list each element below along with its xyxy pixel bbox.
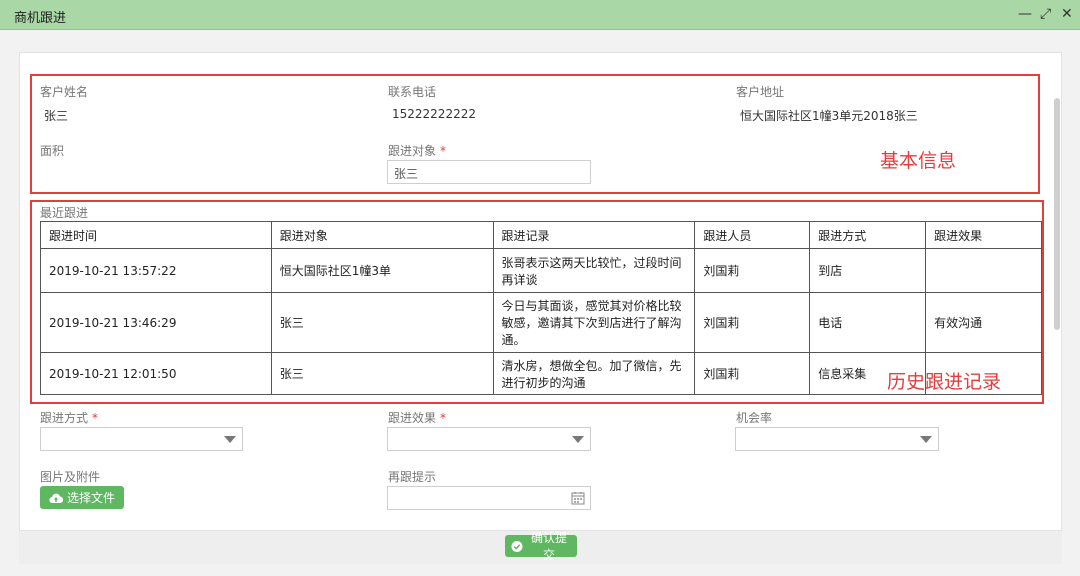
close-icon[interactable]: ✕ <box>1061 6 1073 22</box>
vertical-scrollbar[interactable] <box>1054 98 1060 330</box>
choose-file-label: 选择文件 <box>66 491 115 505</box>
method-label: 跟进方式 * <box>40 411 99 425</box>
check-circle-icon <box>511 540 523 552</box>
effect-label: 跟进效果 * <box>388 411 447 425</box>
effect-select[interactable] <box>387 427 591 451</box>
reminder-label: 再跟提示 <box>388 470 437 484</box>
basic-info-annotation: 基本信息 <box>880 150 957 172</box>
choose-file-button[interactable]: 选择文件 <box>40 486 124 509</box>
reminder-date-input[interactable] <box>387 486 591 510</box>
cloud-upload-icon <box>49 493 63 503</box>
chevron-down-icon <box>224 436 236 443</box>
method-select[interactable] <box>40 427 243 451</box>
window-titlebar: 商机跟进 — ⤢ ✕ <box>0 0 1080 30</box>
attachment-label: 图片及附件 <box>40 470 101 484</box>
chevron-down-icon <box>572 436 584 443</box>
chevron-down-icon <box>920 436 932 443</box>
maximize-icon[interactable]: ⤢ <box>1040 6 1051 22</box>
window-title: 商机跟进 <box>14 11 67 26</box>
history-annotation: 历史跟进记录 <box>887 371 1002 393</box>
calendar-icon[interactable] <box>571 491 585 505</box>
minimize-icon[interactable]: — <box>1018 6 1032 22</box>
basic-info-highlight <box>30 74 1040 194</box>
chance-select[interactable] <box>735 427 939 451</box>
submit-button[interactable]: 确认提交 <box>505 531 577 562</box>
chance-label: 机会率 <box>736 411 773 425</box>
submit-label: 确认提交 <box>530 531 567 562</box>
